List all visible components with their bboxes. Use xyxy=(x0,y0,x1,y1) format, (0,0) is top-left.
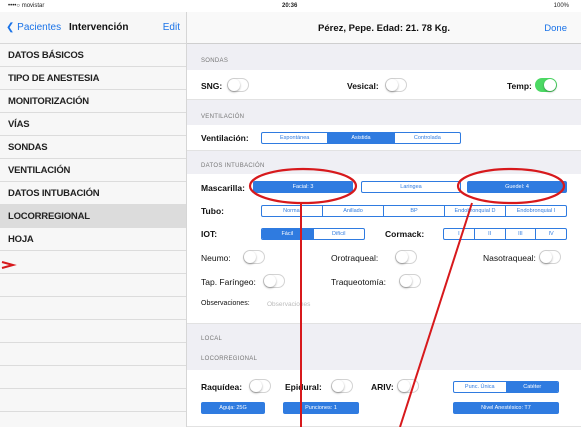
sidebar-item-monitorizacion[interactable]: MONITORIZACIÓN xyxy=(0,90,186,113)
section-ventilacion: VENTILACIÓN xyxy=(201,114,245,120)
locorregional-group: Raquídea: Epidural: ARIV: Punc. Única Ca… xyxy=(187,370,581,427)
patient-title: Pérez, Pepe. Edad: 21. 78 Kg. xyxy=(318,23,450,34)
battery-icon: 100% xyxy=(553,3,569,9)
traqueotomia-toggle[interactable] xyxy=(399,274,421,288)
back-label: Pacientes xyxy=(17,22,62,33)
tubo-label: Tubo: xyxy=(201,206,224,216)
sidebar: ❮ Pacientes Intervención Edit DATOS BÁSI… xyxy=(0,12,187,427)
ariv-label: ARIV: xyxy=(371,382,394,392)
nasotraqueal-toggle[interactable] xyxy=(539,250,561,264)
empty-row xyxy=(0,274,186,297)
traqueotomia-label: Traqueotomía: xyxy=(331,277,386,287)
carrier-label: ••••○ movistar xyxy=(8,3,45,9)
segment-dificil[interactable]: Difícil xyxy=(314,229,365,239)
detail-header: Pérez, Pepe. Edad: 21. 78 Kg. Done xyxy=(187,12,581,44)
sidebar-item-locorregional[interactable]: LOCORREGIONAL xyxy=(0,205,186,228)
detail-pane: Pérez, Pepe. Edad: 21. 78 Kg. Done SONDA… xyxy=(187,12,581,427)
neumo-toggle[interactable] xyxy=(243,250,265,264)
back-button[interactable]: ❮ Pacientes xyxy=(6,22,61,33)
orotraqueal-label: Orotraqueal: xyxy=(331,253,379,263)
sidebar-header: ❮ Pacientes Intervención Edit xyxy=(0,12,186,44)
vesical-toggle[interactable] xyxy=(385,78,407,92)
empty-row xyxy=(0,389,186,412)
empty-row xyxy=(0,251,186,274)
neumo-label: Neumo: xyxy=(201,253,231,263)
segment-punc-unica[interactable]: Punc. Única xyxy=(454,382,507,392)
temp-toggle[interactable] xyxy=(535,78,557,92)
sidebar-item-ventilacion[interactable]: VENTILACIÓN xyxy=(0,159,186,182)
ipad-screen: ••••○ movistar 20:36 100% ❮ Pacientes In… xyxy=(0,0,581,427)
section-local: LOCAL xyxy=(201,336,223,342)
iot-segmented[interactable]: Fácil Difícil xyxy=(261,228,365,240)
guedel-button[interactable]: Guedel: 4 xyxy=(467,181,567,193)
puncion-segmented[interactable]: Punc. Única Catéter xyxy=(453,381,559,393)
sidebar-item-hoja[interactable]: HOJA xyxy=(0,228,186,251)
tap-faringeo-toggle[interactable] xyxy=(263,274,285,288)
laringea-button[interactable]: Laringea xyxy=(361,181,461,193)
punciones-button[interactable]: Punciones: 1 xyxy=(283,402,359,414)
sidebar-item-tipo-anestesia[interactable]: TIPO DE ANESTESIA xyxy=(0,67,186,90)
vesical-label: Vesical: xyxy=(347,81,379,91)
nivel-anestesico-button[interactable]: Nivel Anestésico: T7 xyxy=(453,402,559,414)
ventilacion-label: Ventilación: xyxy=(201,133,249,143)
iot-label: IOT: xyxy=(201,229,218,239)
segment-cormack-1[interactable]: I xyxy=(444,229,475,239)
ariv-toggle[interactable] xyxy=(397,379,419,393)
status-bar: ••••○ movistar 20:36 100% xyxy=(0,0,581,12)
nasotraqueal-label: Nasotraqueal: xyxy=(483,253,536,263)
segment-cormack-2[interactable]: II xyxy=(475,229,506,239)
empty-row xyxy=(0,343,186,366)
sidebar-item-datos-intubacion[interactable]: DATOS INTUBACIÓN xyxy=(0,182,186,205)
section-sondas: SONDAS xyxy=(201,58,229,64)
segment-cormack-4[interactable]: IV xyxy=(536,229,566,239)
epidural-label: Epidural: xyxy=(285,382,322,392)
segment-cormack-3[interactable]: III xyxy=(506,229,537,239)
empty-row xyxy=(0,320,186,343)
tubo-segmented[interactable]: Normal Anillado BP Endobronquial D Endob… xyxy=(261,205,567,217)
empty-row xyxy=(0,366,186,389)
observaciones-field[interactable]: Observaciones xyxy=(267,301,310,308)
segment-espontanea[interactable]: Espontánea xyxy=(262,133,329,143)
segment-asistida[interactable]: Asistida xyxy=(328,133,395,143)
cormack-segmented[interactable]: I II III IV xyxy=(443,228,567,240)
segment-endobronquial-d[interactable]: Endobronquial D xyxy=(445,206,506,216)
segment-cateter[interactable]: Catéter xyxy=(506,382,558,392)
segment-controlada[interactable]: Controlada xyxy=(395,133,460,143)
epidural-toggle[interactable] xyxy=(331,379,353,393)
section-locorregional: LOCORREGIONAL xyxy=(201,356,258,362)
sng-toggle[interactable] xyxy=(227,78,249,92)
temp-label: Temp: xyxy=(507,81,532,91)
aguja-button[interactable]: Aguja: 25G xyxy=(201,402,265,414)
segment-anillado[interactable]: Anillado xyxy=(323,206,384,216)
intubacion-group: Mascarilla: Facial: 3 Laringea Guedel: 4… xyxy=(187,174,581,324)
sidebar-item-vias[interactable]: VÍAS xyxy=(0,113,186,136)
facial-button[interactable]: Facial: 3 xyxy=(253,181,353,193)
sng-label: SNG: xyxy=(201,81,223,91)
empty-row xyxy=(0,297,186,320)
raquidea-label: Raquídea: xyxy=(201,382,243,392)
tap-faringeo-label: Tap. Faríngeo: xyxy=(201,277,256,287)
done-button[interactable]: Done xyxy=(544,23,567,34)
section-intubacion: DATOS INTUBACIÓN xyxy=(201,163,265,169)
sidebar-title: Intervención xyxy=(69,22,129,33)
orotraqueal-toggle[interactable] xyxy=(395,250,417,264)
cormack-label: Cormack: xyxy=(385,229,425,239)
segment-normal[interactable]: Normal xyxy=(262,206,323,216)
edit-button[interactable]: Edit xyxy=(163,22,180,33)
sidebar-item-sondas[interactable]: SONDAS xyxy=(0,136,186,159)
sondas-row: SNG: Vesical: Temp: xyxy=(187,70,581,100)
observaciones-label: Observaciones: xyxy=(201,300,250,307)
segment-facil[interactable]: Fácil xyxy=(262,229,314,239)
raquidea-toggle[interactable] xyxy=(249,379,271,393)
segment-endobronquial-i[interactable]: Endobronquial I xyxy=(506,206,566,216)
sidebar-item-datos-basicos[interactable]: DATOS BÁSICOS xyxy=(0,44,186,67)
clock: 20:36 xyxy=(282,3,298,9)
ventilacion-segmented[interactable]: Espontánea Asistida Controlada xyxy=(261,132,461,144)
segment-bp[interactable]: BP xyxy=(384,206,445,216)
mascarilla-label: Mascarilla: xyxy=(201,183,245,193)
ventilacion-row: Ventilación: Espontánea Asistida Control… xyxy=(187,125,581,151)
